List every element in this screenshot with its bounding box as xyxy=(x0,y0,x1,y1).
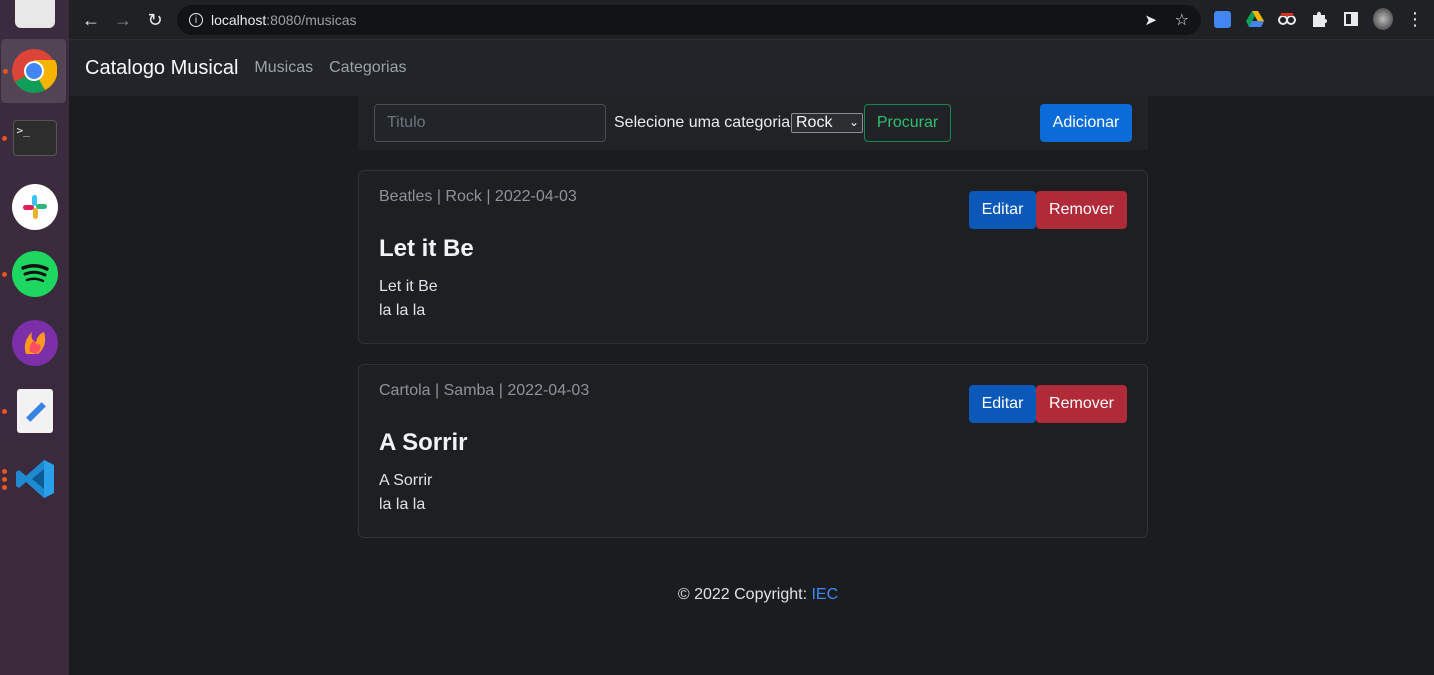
add-button[interactable]: Adicionar xyxy=(1040,104,1132,142)
app-navbar: Catalogo Musical Musicas Categorias xyxy=(69,40,1434,96)
song-lyrics-line: la la la xyxy=(379,496,426,513)
terminal-app-icon[interactable]: >_ xyxy=(0,106,69,170)
web-page: Catalogo Musical Musicas Categorias Titu… xyxy=(69,40,1434,675)
song-lyrics-line: Let it Be xyxy=(379,278,438,295)
site-info-icon[interactable]: i xyxy=(189,13,203,27)
extensions-puzzle-icon[interactable] xyxy=(1309,9,1329,29)
forward-arrow-icon[interactable]: → xyxy=(111,8,135,32)
back-arrow-icon[interactable]: ← xyxy=(79,8,103,32)
more-menu-icon[interactable]: ⋮ xyxy=(1405,9,1425,29)
song-title: A Sorrir xyxy=(379,429,468,456)
address-bar[interactable]: i localhost:8080/musicas ➤ ☆ xyxy=(177,5,1201,35)
song-lyrics-line: la la la xyxy=(379,302,426,319)
category-selected-value: Rock xyxy=(796,114,833,131)
search-form: Titulo Selecione uma categoria Rock ⌄ Pr… xyxy=(358,96,1148,150)
translate-extension-icon[interactable] xyxy=(1212,9,1232,29)
category-select[interactable]: Rock ⌄ xyxy=(791,113,863,133)
remove-button[interactable]: Remover xyxy=(1036,191,1127,229)
text-editor-app-icon[interactable] xyxy=(0,379,69,443)
vscode-app-icon[interactable] xyxy=(0,447,69,511)
title-search-input[interactable]: Titulo xyxy=(374,104,606,142)
song-meta: Beatles | Rock | 2022-04-03 xyxy=(379,188,577,205)
edit-button[interactable]: Editar xyxy=(969,385,1036,423)
remove-button[interactable]: Remover xyxy=(1036,385,1127,423)
nav-link-musicas[interactable]: Musicas xyxy=(254,59,313,77)
bookmark-star-icon[interactable]: ☆ xyxy=(1175,10,1189,30)
footer-text: © 2022 Copyright: xyxy=(677,586,812,603)
edit-button[interactable]: Editar xyxy=(969,191,1036,229)
url-text: localhost:8080/musicas xyxy=(211,12,357,28)
side-panel-icon[interactable] xyxy=(1341,9,1361,29)
category-select-label: Selecione uma categoria xyxy=(614,114,791,131)
slack-app-icon[interactable] xyxy=(0,175,69,239)
song-card: Beatles | Rock | 2022-04-03 Editar Remov… xyxy=(358,170,1148,344)
spotify-app-icon[interactable] xyxy=(0,242,69,306)
firefox-dev-app-icon[interactable] xyxy=(0,311,69,375)
footer-link[interactable]: IEC xyxy=(811,586,838,603)
reload-icon[interactable]: ↻ xyxy=(143,8,167,32)
search-button[interactable]: Procurar xyxy=(864,104,951,142)
drive-extension-icon[interactable] xyxy=(1245,9,1265,29)
song-title: Let it Be xyxy=(379,235,474,262)
song-card: Cartola | Samba | 2022-04-03 Editar Remo… xyxy=(358,364,1148,538)
files-app-icon[interactable] xyxy=(0,0,69,40)
browser-toolbar: ← → ↻ i localhost:8080/musicas ➤ ☆ ⋮ xyxy=(69,0,1434,40)
chevron-down-icon: ⌄ xyxy=(848,115,859,129)
spy-extension-icon[interactable] xyxy=(1277,9,1297,29)
song-meta: Cartola | Samba | 2022-04-03 xyxy=(379,382,590,399)
footer: © 2022 Copyright: IEC xyxy=(69,586,1434,604)
send-tab-icon[interactable]: ➤ xyxy=(1144,11,1157,29)
profile-avatar[interactable] xyxy=(1373,8,1393,30)
chrome-app-icon[interactable] xyxy=(1,39,66,103)
ubuntu-dock: >_ xyxy=(0,0,69,675)
song-lyrics-line: A Sorrir xyxy=(379,472,433,489)
nav-link-categorias[interactable]: Categorias xyxy=(329,59,406,77)
navbar-brand[interactable]: Catalogo Musical xyxy=(85,57,238,80)
